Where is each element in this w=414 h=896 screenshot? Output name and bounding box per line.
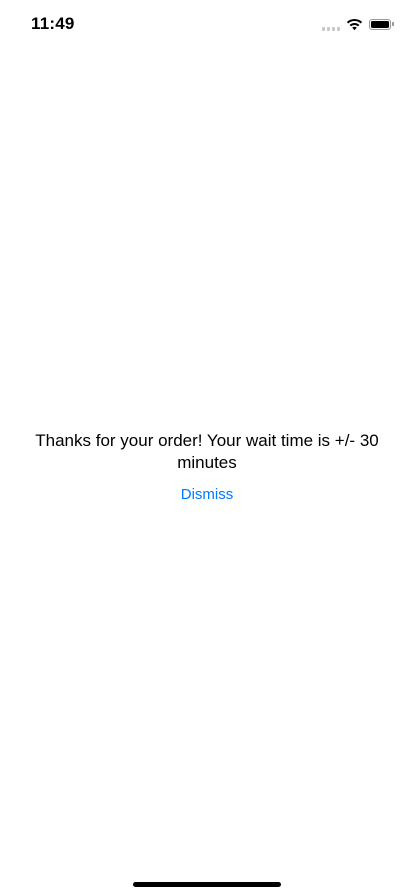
status-time: 11:49 — [31, 14, 75, 33]
home-indicator[interactable] — [133, 882, 281, 887]
confirmation-message: Thanks for your order! Your wait time is… — [35, 431, 379, 472]
status-icons — [322, 17, 394, 31]
dismiss-button[interactable]: Dismiss — [181, 486, 234, 504]
order-confirmation: Thanks for your order! Your wait time is… — [32, 430, 382, 504]
battery-icon — [369, 18, 391, 30]
wifi-icon — [346, 18, 363, 30]
signal-bar — [322, 27, 325, 31]
signal-bar — [327, 27, 330, 31]
battery-fill — [371, 20, 389, 28]
battery-cap — [392, 22, 394, 26]
signal-bar — [337, 27, 340, 31]
signal-bar — [332, 27, 335, 31]
cellular-signal-icon — [322, 21, 340, 31]
status-bar: 11:49 — [0, 0, 414, 44]
